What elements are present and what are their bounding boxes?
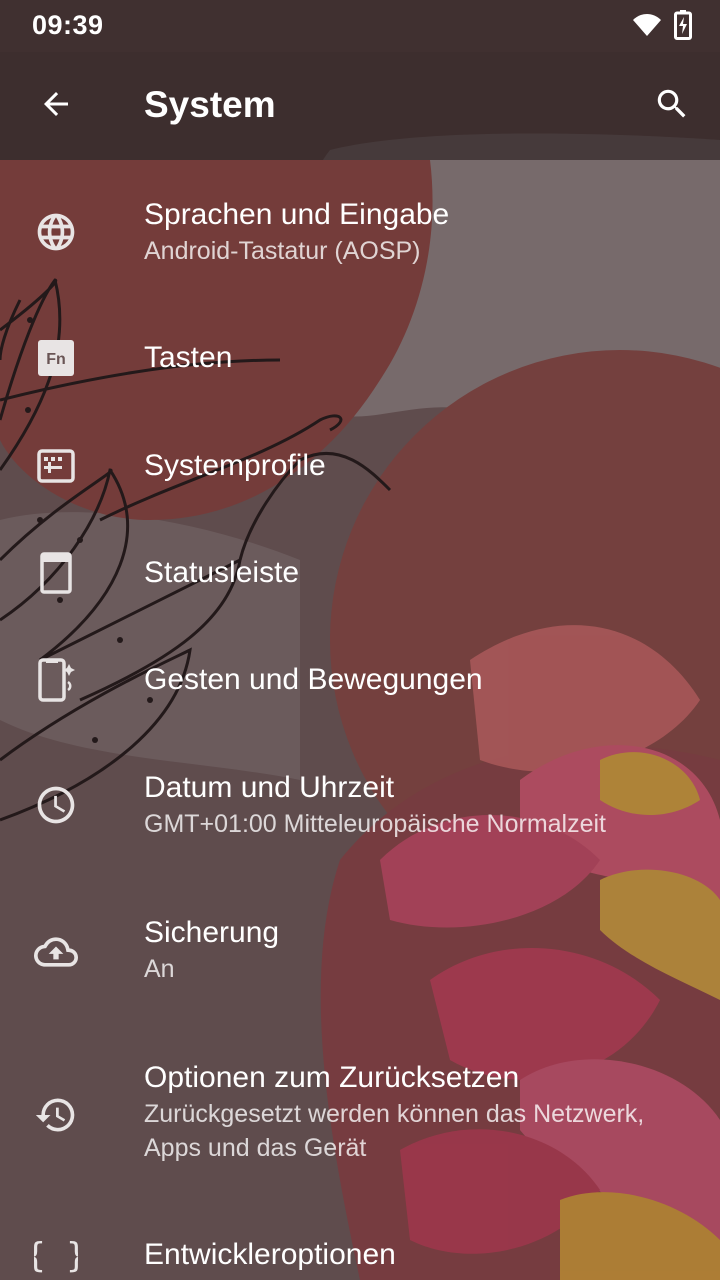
svg-text:Fn: Fn — [46, 351, 66, 368]
item-title: Sicherung — [144, 916, 280, 949]
svg-text:{ }: { } — [34, 1236, 78, 1276]
settings-item-gestures[interactable]: Gesten und Bewegungen — [0, 626, 720, 733]
reset-history-icon — [32, 1091, 80, 1139]
item-title: Sprachen und Eingabe — [144, 198, 450, 231]
page-title: System — [144, 84, 276, 125]
item-summary: Android-Tastatur (AOSP) — [144, 237, 421, 265]
item-summary: An — [144, 955, 175, 983]
status-bar-icon — [32, 549, 80, 597]
settings-item-system-profiles[interactable]: Systemprofile — [0, 412, 720, 519]
status-bar: 09:39 — [0, 0, 720, 52]
settings-item-date-time[interactable]: Datum und Uhrzeit GMT+01:00 Mitteleuropä… — [0, 733, 720, 878]
status-icons — [632, 10, 692, 40]
item-title: Tasten — [144, 341, 233, 374]
search-icon — [653, 85, 691, 128]
item-title: Optionen zum Zurücksetzen — [144, 1061, 520, 1094]
item-summary: Zurückgesetzt werden können das Netzwerk… — [144, 1100, 645, 1162]
settings-screen: 09:39 System Sprachen und Eingabe Androi… — [0, 0, 720, 1280]
settings-item-reset-options[interactable]: Optionen zum Zurücksetzen Zurückgesetzt … — [0, 1023, 720, 1201]
item-title: Datum und Uhrzeit — [144, 771, 395, 804]
search-button[interactable] — [640, 74, 704, 138]
settings-item-backup[interactable]: Sicherung An — [0, 878, 720, 1023]
item-title: Entwickleroptionen — [144, 1238, 396, 1271]
app-toolbar: System — [0, 52, 720, 160]
status-time: 09:39 — [32, 10, 104, 40]
arrow-back-icon — [38, 86, 74, 127]
globe-icon — [32, 208, 80, 256]
item-title: Statusleiste — [144, 556, 300, 589]
system-profiles-icon — [32, 442, 80, 490]
item-summary: GMT+01:00 Mitteleuropäische Normalzeit — [144, 810, 606, 838]
wifi-icon — [632, 13, 662, 37]
curly-braces-icon: { } — [32, 1231, 80, 1279]
cloud-upload-icon — [32, 928, 80, 976]
fn-key-icon: Fn — [32, 334, 80, 382]
item-title: Systemprofile — [144, 449, 326, 482]
settings-item-buttons[interactable]: Fn Tasten — [0, 304, 720, 412]
settings-item-developer-options[interactable]: { } Entwickleroptionen — [0, 1201, 720, 1280]
settings-item-languages[interactable]: Sprachen und Eingabe Android-Tastatur (A… — [0, 160, 720, 304]
item-title: Gesten und Bewegungen — [144, 663, 483, 696]
clock-icon — [32, 781, 80, 829]
settings-item-status-bar[interactable]: Statusleiste — [0, 519, 720, 626]
back-button[interactable] — [24, 74, 88, 138]
battery-charging-icon — [674, 10, 692, 40]
gestures-phone-icon — [32, 656, 80, 704]
